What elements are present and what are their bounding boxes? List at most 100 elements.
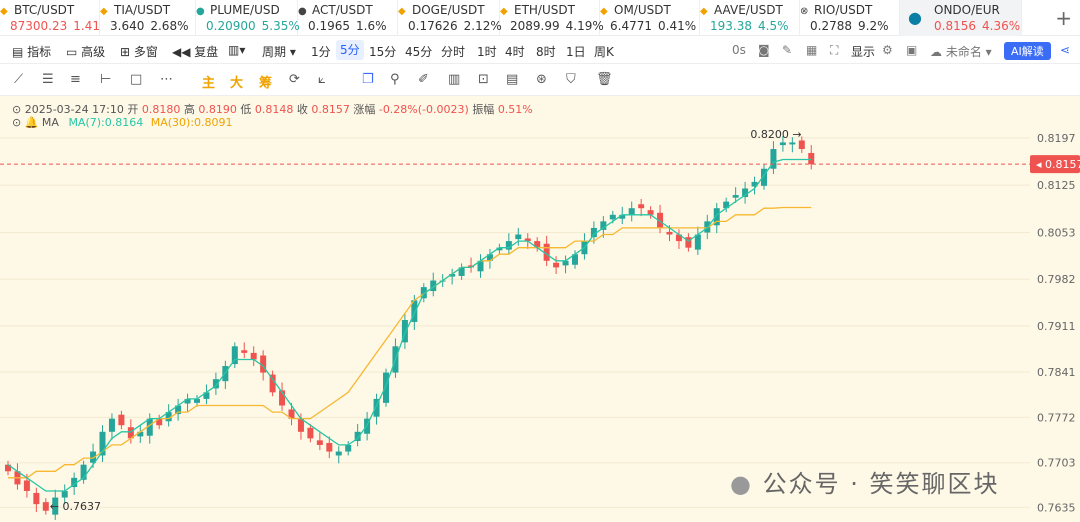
ticker-price: 0.2788 [810, 19, 852, 33]
om-icon: ◆ [600, 6, 608, 17]
high-value: 0.8190 [198, 103, 237, 116]
big-order-button[interactable]: 大 [230, 72, 243, 91]
interval-45m[interactable]: 45分 [405, 43, 432, 60]
horizontal-line-icon[interactable]: ⊢ [100, 72, 111, 87]
candle-body [562, 260, 569, 266]
ticker-tab[interactable]: ● ACT/USDT 0.1965 1.6% [298, 0, 398, 36]
y-tick-label: 0.7911 [1037, 320, 1076, 333]
sync-icon[interactable]: ⟳ [289, 72, 300, 87]
ticker-tab-active[interactable]: ● ONDO/EUR 0.8156 4.36% [900, 0, 1022, 36]
lock-icon[interactable]: ⊡ [478, 72, 489, 87]
amplitude-value: 0.51% [497, 103, 533, 116]
parallel-lines-icon[interactable]: ☰ [42, 72, 54, 87]
trash-icon[interactable]: 🗑 [596, 72, 613, 87]
candlestick-chart[interactable]: 0.8197 0.8125 0.8053 0.7982 0.7911 0.7841 0.77… [0, 96, 1080, 522]
ticker-tab[interactable]: ⊗ RIO/USDT 0.2788 9.2% [800, 0, 900, 36]
advanced-button[interactable]: ▭ 高级 [66, 43, 105, 60]
y-tick-label: 0.7703 [1037, 457, 1076, 470]
rectangle-icon[interactable]: □ [130, 72, 142, 87]
settings-icon[interactable]: ⚙ [882, 43, 893, 57]
interval-weekly[interactable]: 周K [594, 43, 614, 60]
indicators-button[interactable]: ▤ 指标 [12, 43, 51, 60]
add-ticker-icon[interactable]: + [1055, 6, 1072, 30]
multi-window-button[interactable]: ⊞ 多窗 [120, 43, 158, 60]
y-tick-label: 0.8125 [1037, 179, 1076, 192]
main-indicator-button[interactable]: 主 [202, 72, 215, 91]
period-button[interactable]: 周期 ▾ [262, 43, 296, 60]
ai-interpret-button[interactable]: AI解读 [1004, 42, 1051, 60]
ticker-change: 1.41 [73, 19, 100, 33]
ticker-tab[interactable]: ◆ ETH/USDT 2089.99 4.19% [500, 0, 604, 36]
ticker-tab[interactable]: ◆ AAVE/USDT 193.38 4.5% [700, 0, 800, 36]
current-price-label: ◂ 0.8157 [1036, 158, 1080, 171]
template-icon[interactable]: ▣ [906, 43, 917, 57]
share-icon[interactable]: ⋖ [1060, 43, 1070, 57]
candle-body [118, 414, 125, 426]
ticker-change: 9.2% [858, 19, 889, 33]
replay-button[interactable]: ◀◀ 复盘 [172, 43, 218, 60]
candle-body [798, 140, 805, 150]
ticker-tab[interactable]: ◆ BTC/USDT 87300.23 1.41 [0, 0, 100, 36]
y-tick-label: 0.8053 [1037, 227, 1076, 240]
measure-icon[interactable]: ⚲ [390, 72, 400, 87]
ticker-symbol: RIO/USDT [814, 3, 873, 17]
plume-icon: ● [196, 6, 205, 17]
ticker-tab[interactable]: ◆ TIA/USDT 3.640 2.68% [100, 0, 196, 36]
brush-icon[interactable]: ✐ [418, 72, 429, 87]
interval-1h[interactable]: 1时 [477, 43, 497, 60]
fib-icon[interactable]: ≡ [70, 72, 81, 87]
ticker-change: 5.35% [261, 19, 300, 33]
interval-5m[interactable]: 5分 [336, 40, 364, 60]
unnamed-dropdown[interactable]: ☁ 未命名 ▾ [930, 43, 992, 60]
interval-timeshare[interactable]: 分时 [441, 43, 465, 60]
interval-15m[interactable]: 15分 [369, 43, 396, 60]
ruler-icon[interactable]: ⟀ [318, 72, 326, 87]
ticker-tab[interactable]: ◆ OM/USDT 6.4771 0.41% [600, 0, 700, 36]
ma-lines [7, 158, 812, 492]
candle-body [23, 480, 30, 491]
ticker-price: 193.38 [710, 19, 752, 33]
candle-body [808, 152, 815, 165]
ticker-change: 2.68% [150, 19, 189, 33]
candle-body [789, 142, 796, 145]
ticker-symbol: ACT/USDT [312, 3, 373, 17]
candle-body [335, 451, 342, 456]
edit-icon[interactable]: ✎ [782, 43, 792, 57]
candle-body [515, 234, 522, 240]
display-button[interactable]: 显示 [851, 43, 875, 60]
more-tools-icon[interactable]: ⋯ [160, 72, 173, 87]
amplitude-label: 振幅 [472, 103, 495, 116]
bell-icon[interactable]: 🔔 [25, 116, 39, 129]
chip-distribution-button[interactable]: 筹 [259, 72, 272, 91]
interval-4h[interactable]: 4时 [505, 43, 525, 60]
ticker-bar: ◆ BTC/USDT 87300.23 1.41 ◆ TIA/USDT 3.640… [0, 0, 1080, 36]
note-icon[interactable]: ▤ [506, 72, 518, 87]
fullscreen-icon[interactable]: ⛶ [830, 43, 838, 58]
chart-toolbar: ▤ 指标 ▭ 高级 ⊞ 多窗 ◀◀ 复盘 ▥▾ 周期 ▾ 1分 5分 15分 4… [0, 36, 1080, 64]
change-label: 涨幅 [353, 103, 376, 116]
trendline-icon[interactable]: ⟋ [14, 72, 23, 87]
ticker-symbol: OM/USDT [614, 3, 671, 17]
grid [0, 137, 1030, 508]
candle-body [694, 234, 701, 250]
chart-type-icon[interactable]: ▥▾ [228, 43, 245, 57]
filter-icon[interactable]: ⛉ [566, 72, 576, 87]
copy-icon[interactable]: ❐ [362, 72, 374, 87]
candle-body [316, 440, 323, 445]
ticker-price: 2089.99 [510, 19, 560, 33]
ma-collapse-icon[interactable]: ⊙ [12, 116, 21, 129]
ticker-tab[interactable]: ● PLUME/USD 0.20900 5.35% [196, 0, 300, 36]
info-collapse-icon[interactable]: ⊙ [12, 103, 21, 116]
camera-icon[interactable]: ◙ [758, 43, 770, 57]
candle-icon[interactable]: ▥ [448, 72, 460, 87]
interval-1m[interactable]: 1分 [311, 43, 331, 60]
layout-icon[interactable]: ▦ [806, 43, 817, 57]
interval-8h[interactable]: 8时 [536, 43, 556, 60]
y-tick-label: 0.7772 [1037, 411, 1076, 424]
interval-1d[interactable]: 1日 [566, 43, 586, 60]
magnet-icon[interactable]: ⊛ [536, 72, 547, 87]
aave-icon: ◆ [700, 6, 708, 17]
drawing-toolbar: ⟋ ☰ ≡ ⊢ □ ⋯ 主 大 筹 ⟳ ⟀ ❐ ⚲ ✐ ▥ ⊡ ▤ ⊛ ⛉ 🗑 [0, 64, 1080, 96]
price-axis: 0.8197 0.8125 0.8053 0.7982 0.7911 0.7841 0.77… [1037, 132, 1076, 515]
ticker-tab[interactable]: ◆ DOGE/USDT 0.17626 2.12% [398, 0, 502, 36]
